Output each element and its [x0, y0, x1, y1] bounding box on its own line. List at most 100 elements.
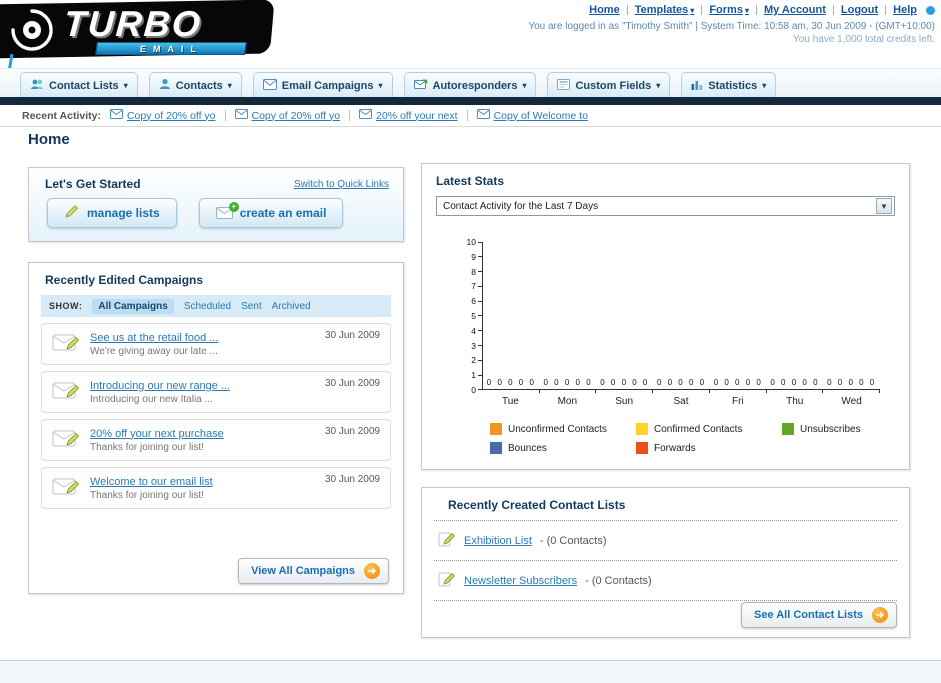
- recent-activity-item[interactable]: 20% off your next: [359, 109, 458, 122]
- campaign-title-link[interactable]: 20% off your next purchase: [90, 428, 224, 440]
- top-link-help[interactable]: Help: [893, 4, 917, 16]
- campaign-title-link[interactable]: Welcome to our email list: [90, 476, 213, 488]
- view-all-campaigns-button[interactable]: View All Campaigns ➔: [238, 558, 389, 584]
- filter-archived[interactable]: Archived: [272, 301, 311, 312]
- switch-quick-links[interactable]: Switch to Quick Links: [294, 179, 389, 190]
- contact-list-item[interactable]: Newsletter Subscribers - (0 Contacts): [434, 561, 897, 601]
- dropdown-arrow-icon: ▼: [876, 198, 892, 214]
- campaign-subtitle: Thanks for joining our list!: [90, 441, 204, 453]
- chart-x-label: Mon: [557, 396, 578, 407]
- filter-sent[interactable]: Sent: [241, 301, 262, 312]
- contact-list-link[interactable]: Exhibition List: [464, 535, 532, 547]
- chart-x-label: Sat: [673, 396, 689, 407]
- caret-down-icon: ▾: [123, 81, 128, 90]
- chart-value-labels: 0 0 0 0 0: [600, 378, 650, 387]
- chart-x-label: Tue: [501, 396, 519, 407]
- top-link-logout[interactable]: Logout: [841, 4, 878, 16]
- credits-info: You have 1,000 total credits left.: [793, 34, 935, 45]
- tab-statistics[interactable]: Statistics ▾: [681, 72, 777, 98]
- separator: [885, 5, 887, 15]
- campaign-row[interactable]: See us at the retail food ... We're givi…: [41, 323, 391, 365]
- legend-swatch: [782, 423, 794, 435]
- logo-subtitle: EMAIL: [139, 43, 203, 54]
- recent-activity-link[interactable]: Copy of Welcome to: [494, 110, 588, 122]
- contact-lists-panel: Recently Created Contact Lists Exhibitio…: [421, 487, 910, 638]
- filter-all-campaigns[interactable]: All Campaigns: [92, 298, 174, 314]
- button-label: manage lists: [87, 206, 160, 220]
- tab-label: Email Campaigns: [281, 79, 374, 92]
- help-indicator-dot: [926, 5, 935, 15]
- autoresponders-icon: [413, 78, 428, 93]
- chart-value-labels: 0 0 0 0 0: [543, 378, 593, 387]
- contact-list-item[interactable]: Exhibition List - (0 Contacts): [434, 521, 897, 561]
- envelope-icon: [109, 109, 123, 122]
- chart-y-tick: 0: [460, 385, 482, 395]
- chart-x-labels: Tue Mon Sun Sat Fri Thu Wed: [482, 390, 880, 407]
- tab-email-campaigns[interactable]: Email Campaigns ▾: [252, 72, 393, 98]
- envelope-icon: [359, 109, 373, 122]
- separator: [224, 110, 226, 121]
- campaign-date: 30 Jun 2009: [324, 330, 380, 341]
- manage-lists-button[interactable]: manage lists: [47, 198, 177, 228]
- recent-activity-item[interactable]: Copy of 20% off yo: [234, 109, 341, 122]
- chart-category-column: 0 0 0 0 0: [653, 242, 710, 393]
- caret-down-icon: ▾: [762, 81, 767, 90]
- top-link-my-account[interactable]: My Account: [764, 4, 826, 16]
- button-label: See All Contact Lists: [753, 609, 863, 621]
- button-label: View All Campaigns: [251, 565, 355, 577]
- nav-divider-bar: [0, 97, 941, 105]
- tab-contacts[interactable]: Contacts ▾: [148, 72, 242, 98]
- contact-lists-title: Recently Created Contact Lists: [434, 488, 897, 521]
- top-link-forms[interactable]: Forms ▾: [709, 4, 749, 16]
- campaign-title-link[interactable]: Introducing our new range ...: [90, 380, 230, 392]
- recent-activity-item[interactable]: Copy of Welcome to: [476, 109, 588, 122]
- see-all-contact-lists-button[interactable]: See All Contact Lists ➔: [740, 602, 897, 628]
- custom-fields-icon: [557, 78, 571, 93]
- filter-scheduled[interactable]: Scheduled: [184, 301, 231, 312]
- contact-activity-chart: 10 9 8 7 6 5 4 3 2 1 0 0 0 0 0 00 0 0 0 00 0 0 0 0…: [460, 237, 899, 407]
- recent-activity-link[interactable]: Copy of 20% off yo: [252, 110, 341, 122]
- top-link-home[interactable]: Home: [589, 4, 620, 16]
- chart-y-tick: 1: [460, 370, 482, 380]
- legend-swatch: [636, 442, 648, 454]
- contact-list-link[interactable]: Newsletter Subscribers: [464, 575, 577, 587]
- chart-category-column: 0 0 0 0 0: [540, 242, 597, 393]
- recent-activity-item[interactable]: Copy of 20% off yo: [109, 109, 216, 122]
- campaign-row[interactable]: Welcome to our email list Thanks for joi…: [41, 467, 391, 509]
- tab-label: Statistics: [708, 79, 758, 92]
- caret-down-icon: ▾: [522, 81, 527, 90]
- chart-value-labels: 0 0 0 0 0: [656, 378, 707, 387]
- campaign-envelope-icon: [52, 330, 80, 359]
- tab-contact-lists[interactable]: Contact Lists ▾: [20, 72, 138, 98]
- button-label: create an email: [239, 206, 327, 220]
- chart-value-labels: 0 0 0 0 0: [827, 378, 877, 387]
- recent-campaigns-panel: Recently Edited Campaigns SHOW: All Camp…: [28, 262, 404, 594]
- chart-x-label: Fri: [732, 396, 744, 407]
- create-email-button[interactable]: + create an email: [198, 198, 344, 228]
- envelope-plus-icon: +: [215, 202, 239, 219]
- chart-x-label: Thu: [786, 396, 804, 407]
- footer-strip: [0, 660, 941, 683]
- chart-category-column: 0 0 0 0 0: [823, 242, 880, 393]
- email-campaigns-icon: [262, 78, 277, 93]
- turbo-email-logo: TURBO EMAIL: [0, 0, 278, 59]
- top-link-templates[interactable]: Templates ▾: [635, 4, 695, 16]
- legend-item: Confirmed Contacts: [636, 423, 782, 435]
- campaign-title-link[interactable]: See us at the retail food ...: [90, 332, 218, 344]
- chart-x-label: Wed: [841, 396, 862, 407]
- campaign-row[interactable]: 20% off your next purchase Thanks for jo…: [41, 419, 391, 461]
- legend-item: Forwards: [636, 442, 782, 454]
- chart-y-tick: 6: [460, 296, 482, 306]
- chart-y-tick: 9: [460, 252, 482, 262]
- tab-autoresponders[interactable]: Autoresponders ▾: [403, 72, 537, 98]
- latest-stats-title: Latest Stats: [436, 174, 505, 188]
- legend-label: Bounces: [508, 442, 547, 454]
- contacts-icon: [159, 78, 171, 93]
- legend-swatch: [636, 423, 648, 435]
- campaign-row[interactable]: Introducing our new range ... Introducin…: [41, 371, 391, 413]
- campaign-envelope-icon: [52, 474, 80, 503]
- recent-activity-link[interactable]: 20% off your next: [376, 110, 458, 122]
- recent-activity-link[interactable]: Copy of 20% off yo: [127, 110, 216, 122]
- stats-period-dropdown[interactable]: Contact Activity for the Last 7 Days ▼: [436, 196, 895, 216]
- tab-custom-fields[interactable]: Custom Fields ▾: [547, 72, 671, 98]
